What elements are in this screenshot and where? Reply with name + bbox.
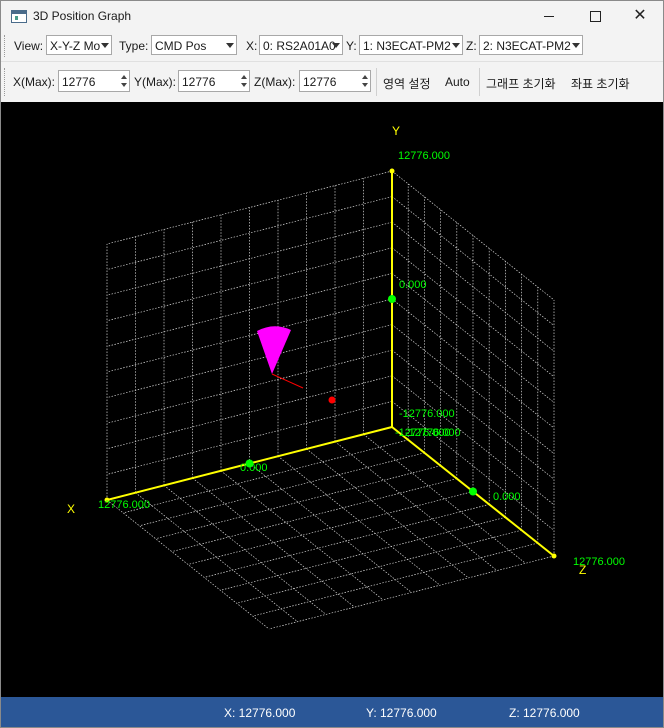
type-combo[interactable]: CMD Pos [151,35,237,55]
graph-canvas[interactable]: Y X Z 12776.000 0.000 -12776.000 12776.000 0.00… [1,102,663,697]
coord-reset-button[interactable]: 좌표 초기화 [571,75,630,92]
tool-vector-line [271,373,304,389]
status-z: Z: 12776.000 [509,706,580,720]
type-combo-value: CMD Pos [155,39,207,53]
z-axis-combo-value: 2: N3ECAT-PM2 [483,39,571,53]
zmax-spinbox[interactable]: 12776 [299,70,371,92]
toolbar-selection: View: X-Y-Z Mo Type: CMD Pos X: 0: RS2A0… [1,31,663,61]
spin-down-icon[interactable] [241,83,247,87]
toolbar-separator [376,68,377,96]
minimize-icon [544,15,554,17]
x-axis-title: X [67,502,75,516]
x-axis-combo-value: 0: RS2A01A0 [263,39,336,53]
graph-reset-button[interactable]: 그래프 초기화 [486,75,556,92]
y-axis-min-label: -12776.000 [399,408,455,420]
toolbar-separator [479,68,480,96]
title-bar[interactable]: 3D Position Graph ✕ [1,1,663,31]
y-axis-label: Y: [346,39,357,53]
chevron-down-icon [452,43,460,48]
x-axis-label: X: [246,39,258,53]
ymax-value: 12776 [182,75,216,89]
zmax-label: Z(Max): [254,75,296,89]
minimize-button[interactable] [526,1,572,31]
y-axis-title: Y [392,124,400,138]
maximize-icon [589,10,601,22]
xmax-value: 12776 [62,75,96,89]
x-axis-mid-label: 0.000 [240,462,268,474]
area-setting-button[interactable]: 영역 설정 [383,75,431,92]
zmax-value: 12776 [303,75,337,89]
y-axis-end-point [389,168,395,174]
tool-cone-marker [257,326,291,374]
spin-up-icon[interactable] [121,75,127,79]
side-grid-line [391,401,555,531]
main-window: 3D Position Graph ✕ View: X-Y-Z Mo Type:… [0,0,664,728]
spin-down-icon[interactable] [121,83,127,87]
floor-grid-line [268,555,555,630]
z-axis-min-label: -12776.000 [405,427,461,439]
close-button[interactable]: ✕ [617,1,663,31]
spin-down-icon[interactable] [362,83,368,87]
chevron-down-icon [226,43,234,48]
toolbar-grip[interactable] [4,35,8,57]
current-position-point [328,396,336,404]
z-axis-max-label: 12776.000 [573,556,625,568]
type-label: Type: [119,39,149,53]
x-axis-combo[interactable]: 0: RS2A01A0 [259,35,343,55]
view-label: View: [14,39,44,53]
ymax-label: Y(Max): [134,75,176,89]
chevron-down-icon [572,43,580,48]
close-icon: ✕ [633,7,647,24]
status-y: Y: 12776.000 [366,706,437,720]
graph-3d-plot[interactable]: YXZ12776.0000.000-12776.00012776.0000.00… [1,102,663,697]
auto-button[interactable]: Auto [445,75,470,89]
side-grid-line [391,247,555,378]
y-axis-combo-value: 1: N3ECAT-PM2 [363,39,451,53]
z-axis-mid-point [469,487,477,496]
z-axis-end-point [551,553,557,559]
y-axis-mid-label: 0.000 [399,279,427,291]
view-combo-value: X-Y-Z Mo [50,39,101,53]
spin-up-icon[interactable] [241,75,247,79]
xmax-label: X(Max): [13,75,55,89]
ymax-spinbox[interactable]: 12776 [178,70,250,92]
maximize-button[interactable] [572,1,618,31]
y-axis-mid-point [388,295,396,303]
status-bar: X: 12776.000 Y: 12776.000 Z: 12776.000 [1,697,663,727]
floor-grid-line [252,542,538,617]
app-icon [11,10,27,23]
status-x: X: 12776.000 [224,706,296,720]
z-axis-combo[interactable]: 2: N3ECAT-PM2 [479,35,583,55]
view-combo[interactable]: X-Y-Z Mo [46,35,112,55]
y-axis-combo[interactable]: 1: N3ECAT-PM2 [359,35,463,55]
chevron-down-icon [332,43,340,48]
xmax-spinbox[interactable]: 12776 [58,70,130,92]
z-axis-mid-label: 0.000 [493,491,521,503]
label-layer: YXZ12776.0000.000-12776.00012776.0000.00… [67,124,625,577]
floor-grid-line [236,529,522,604]
toolbar-range: X(Max): 12776 Y(Max): 12776 Z(Max): 1277… [1,61,663,102]
side-grid-line [391,196,555,326]
z-axis-label: Z: [466,39,477,53]
spin-up-icon[interactable] [362,75,368,79]
x-axis-max-label: 12776.000 [98,499,150,511]
chevron-down-icon [101,43,109,48]
toolbar-grip[interactable] [4,68,8,96]
y-axis-max-label: 12776.000 [398,150,450,162]
window-title: 3D Position Graph [33,9,132,23]
